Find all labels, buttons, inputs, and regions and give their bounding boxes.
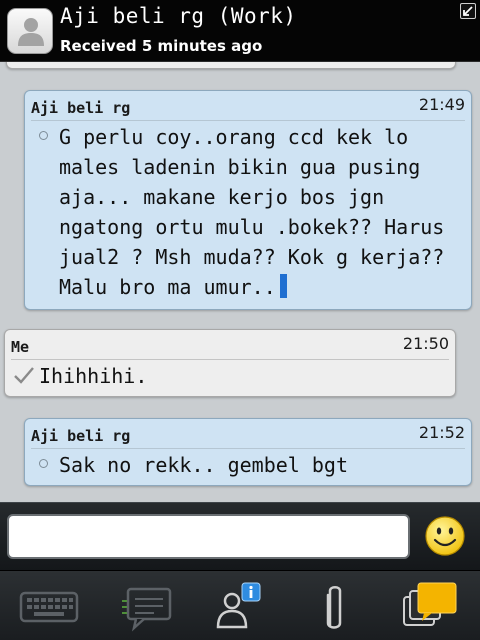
message-sender: Aji beli rg bbox=[31, 99, 131, 117]
collapse-arrow-icon bbox=[463, 6, 473, 16]
emoticon-button[interactable] bbox=[424, 515, 466, 557]
chats-button[interactable] bbox=[120, 579, 176, 635]
message-time: 21:52 bbox=[418, 423, 465, 442]
text-cursor bbox=[279, 274, 287, 298]
message-input[interactable] bbox=[7, 514, 410, 559]
contact-info-icon bbox=[216, 582, 261, 629]
previous-message-bubble bbox=[6, 62, 456, 69]
message-composer bbox=[0, 502, 480, 570]
message-text: G perlu coy..orang ccd kek lo males lade… bbox=[59, 125, 445, 299]
smiley-face-icon bbox=[425, 516, 465, 556]
switch-chats-icon bbox=[403, 582, 457, 626]
message-bubble-incoming[interactable]: Aji beli rg 21:52 Sak no rekk.. gembel b… bbox=[24, 418, 472, 486]
resize-button[interactable] bbox=[460, 3, 476, 19]
bullet-icon bbox=[39, 459, 48, 468]
message-sender: Me bbox=[11, 338, 30, 356]
person-silhouette-icon bbox=[18, 18, 44, 46]
delivered-check-icon bbox=[14, 367, 34, 384]
paperclip-icon bbox=[326, 586, 342, 629]
conversation-view[interactable]: Aji beli rg 21:49 G perlu coy..orang ccd… bbox=[0, 62, 480, 502]
message-text: Ihihhihi. bbox=[39, 364, 148, 388]
message-time: 21:49 bbox=[418, 95, 465, 114]
chat-header: Aji beli rg (Work) Received 5 minutes ag… bbox=[0, 0, 480, 62]
message-body: G perlu coy..orang ccd kek lo males lade… bbox=[25, 121, 471, 305]
message-bubble-incoming[interactable]: Aji beli rg 21:49 G perlu coy..orang ccd… bbox=[24, 90, 472, 310]
message-text: Sak no rekk.. gembel bgt bbox=[59, 453, 348, 477]
message-sender: Aji beli rg bbox=[31, 427, 131, 445]
chat-bubble-icon bbox=[122, 587, 172, 632]
contact-name: Aji beli rg (Work) bbox=[60, 4, 297, 28]
contact-avatar[interactable] bbox=[7, 8, 53, 54]
message-header: Aji beli rg 21:49 bbox=[31, 91, 465, 121]
message-time: 21:50 bbox=[402, 334, 449, 353]
message-header: Aji beli rg 21:52 bbox=[31, 419, 465, 449]
message-bubble-outgoing[interactable]: Me 21:50 Ihihhihi. bbox=[4, 329, 456, 397]
attach-button[interactable] bbox=[312, 579, 358, 635]
switch-chats-button[interactable] bbox=[400, 579, 462, 635]
message-status: Received 5 minutes ago bbox=[60, 37, 263, 55]
message-header: Me 21:50 bbox=[11, 330, 449, 360]
message-body: Sak no rekk.. gembel bgt bbox=[25, 449, 471, 483]
contact-info-button[interactable] bbox=[212, 579, 268, 635]
keyboard-icon bbox=[19, 591, 79, 623]
bullet-icon bbox=[39, 131, 48, 140]
keyboard-button[interactable] bbox=[18, 579, 80, 635]
message-body: Ihihhihi. bbox=[5, 360, 455, 394]
bottom-toolbar bbox=[0, 570, 480, 640]
